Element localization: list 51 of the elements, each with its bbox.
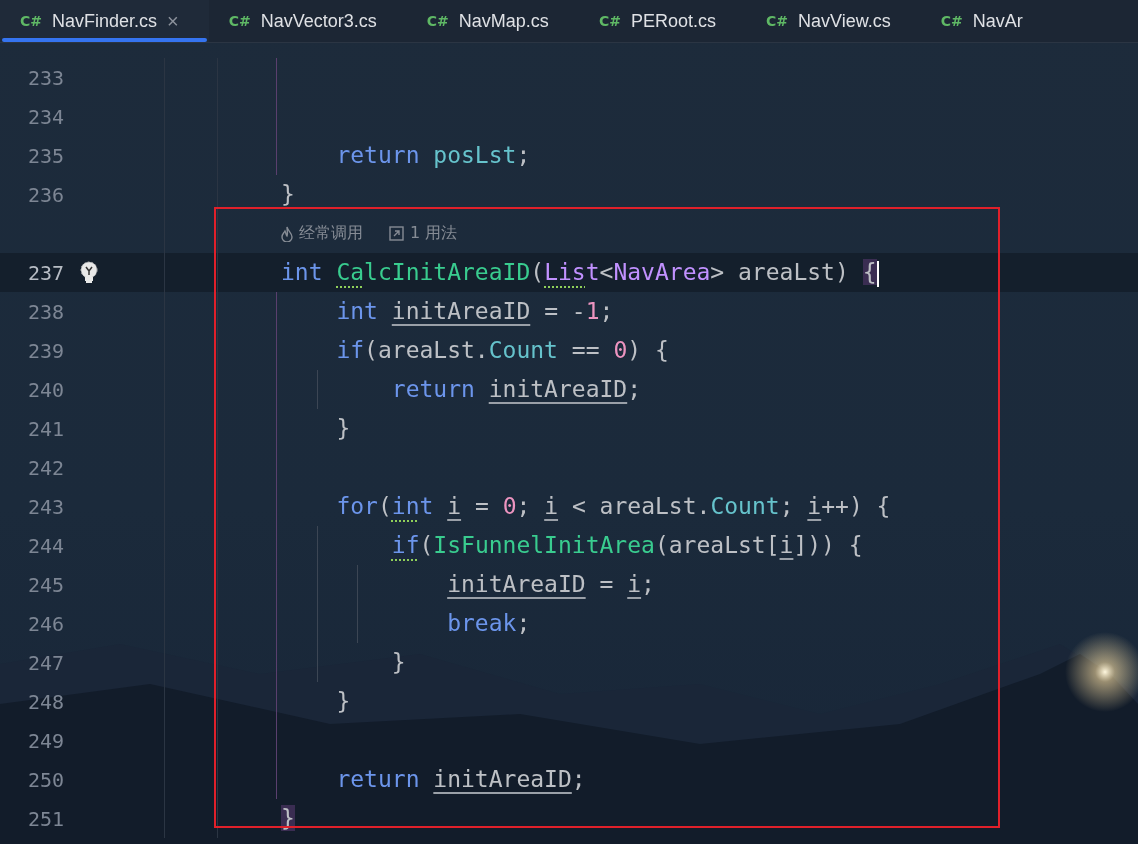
line-number: 239 (26, 338, 64, 363)
code-line: return initAreaID; (390, 375, 642, 403)
usage-frequency-label[interactable]: 经常调用 (299, 223, 363, 244)
code-line: if(areaLst.Count == 0) { (335, 336, 669, 364)
file-tab[interactable]: C# NavFinder.cs × (0, 0, 209, 42)
code-line: } (335, 687, 351, 715)
code-line: for(int i = 0; i < areaLst.Count; i++) { (335, 492, 891, 520)
file-tab[interactable]: C# NavMap.cs (406, 0, 579, 42)
file-tab[interactable]: C# NavView.cs (745, 0, 921, 42)
line-number: 236 (26, 182, 64, 207)
line-number: 241 (26, 416, 64, 441)
line-number: 233 (26, 65, 64, 90)
line-number: 242 (26, 455, 64, 480)
external-link-icon (389, 226, 404, 241)
csharp-file-icon: C# (598, 13, 621, 29)
line-number: 245 (26, 572, 64, 597)
line-number: 240 (26, 377, 64, 402)
code-line: return initAreaID; (335, 765, 586, 793)
code-line: break; (446, 609, 531, 637)
code-line: } (390, 648, 406, 676)
code-line: int CalcInitAreaID(List<NavArea> areaLst) { (281, 258, 879, 287)
line-number: 243 (26, 494, 64, 519)
file-tab[interactable]: C# NavAr (920, 0, 1053, 42)
close-icon[interactable]: × (167, 9, 179, 33)
csharp-file-icon: C# (426, 13, 449, 29)
code-line: } (335, 414, 351, 442)
line-number: 250 (26, 767, 64, 792)
flame-icon (281, 225, 293, 242)
line-number: 246 (26, 611, 64, 636)
csharp-file-icon: C# (20, 13, 42, 29)
lightbulb-icon[interactable] (79, 260, 99, 285)
line-number: 251 (26, 806, 64, 831)
usages-count-label[interactable]: 1 用法 (410, 223, 458, 244)
line-number: 248 (26, 689, 64, 714)
csharp-file-icon: C# (940, 13, 963, 29)
line-number: 237 (26, 260, 64, 285)
code-line: return posLst; (335, 141, 531, 169)
line-number: 234 (26, 104, 64, 129)
line-number: 235 (26, 143, 64, 168)
line-number: 249 (26, 728, 64, 753)
line-number: 247 (26, 650, 64, 675)
csharp-file-icon: C# (228, 13, 251, 29)
line-number: 244 (26, 533, 64, 558)
file-tab[interactable]: C# NavVector3.cs (208, 0, 407, 42)
code-line: } (281, 180, 295, 208)
code-line: initAreaID = i; (446, 570, 655, 598)
code-line: if(IsFunnelInitArea(areaLst[i])) { (390, 531, 863, 559)
file-tab[interactable]: C# PERoot.cs (578, 0, 746, 42)
line-number: 238 (26, 299, 64, 324)
csharp-file-icon: C# (765, 13, 788, 29)
code-line: int initAreaID = -1; (335, 297, 614, 325)
